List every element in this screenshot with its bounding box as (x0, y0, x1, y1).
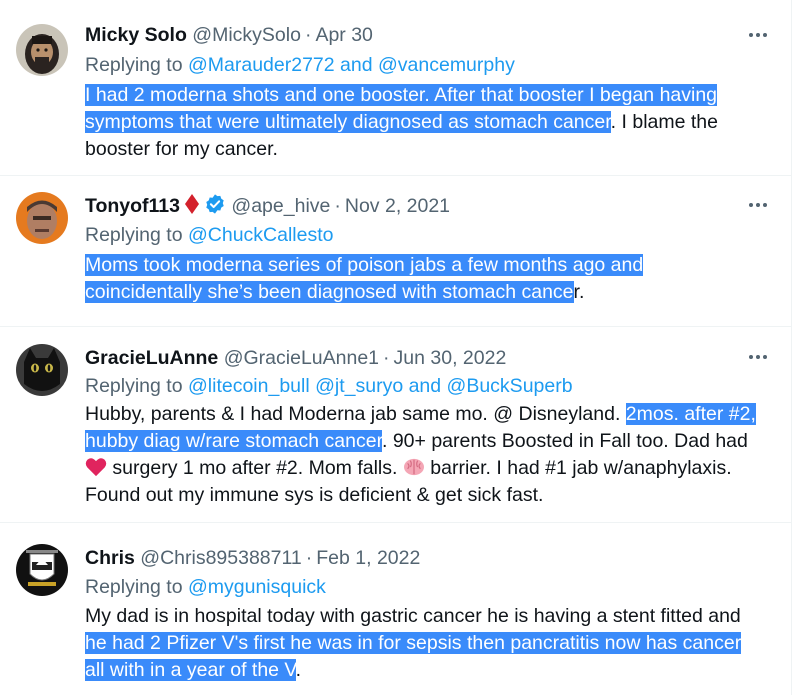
verified-badge-icon[interactable] (204, 193, 226, 215)
avatar[interactable] (16, 24, 68, 76)
more-options-icon[interactable] (743, 346, 773, 368)
reply-mentions-link[interactable]: @mygunisquick (188, 576, 326, 598)
brain-emoji (403, 458, 424, 476)
tweet-date[interactable]: Feb 1, 2022 (316, 547, 420, 569)
tweet-card[interactable]: Chris @Chris895388711 · Feb 1, 2022 Replyi… (0, 523, 792, 695)
avatar-image (16, 192, 68, 244)
separator-dot: · (305, 547, 313, 569)
replying-to: Replying to @Marauder2772 and @vancemurp… (85, 52, 515, 78)
tweet-text-rest: . (295, 659, 302, 681)
avatar-image (16, 24, 68, 76)
tweet-date[interactable]: Jun 30, 2022 (394, 347, 507, 369)
reply-mentions-link[interactable]: @Marauder2772 and @vancemurphy (188, 54, 515, 76)
avatar-image (16, 344, 68, 396)
tweet-header: Tonyof113 @ape_hive · Nov 2, 2021 (85, 193, 450, 219)
replying-to-label: Replying to (85, 576, 183, 598)
tweet-text-mid: . 90+ parents Boosted in Fall too. Dad h… (382, 430, 748, 452)
tweet-text: Moms took moderna series of poison jabs … (85, 252, 685, 306)
author-name[interactable]: Tonyof113 (85, 195, 180, 217)
tweet-text: I had 2 moderna shots and one booster. A… (85, 82, 765, 163)
red-diamond-icon (185, 194, 199, 214)
more-options-icon[interactable] (743, 24, 773, 46)
tweet-text: My dad is in hospital today with gastric… (85, 603, 755, 684)
author-name[interactable]: GracieLuAnne (85, 347, 218, 369)
author-handle[interactable]: @ape_hive (231, 195, 330, 217)
tweet-header: Micky Solo @MickySolo · Apr 30 (85, 22, 373, 48)
author-name[interactable]: Chris (85, 547, 135, 569)
avatar[interactable] (16, 192, 68, 244)
reply-mentions-link[interactable]: @ChuckCallesto (188, 224, 334, 246)
tweet-text-mid2: surgery 1 mo after #2. Mom falls. (107, 457, 403, 479)
replying-to-label: Replying to (85, 54, 183, 76)
tweet-header: GracieLuAnne @GracieLuAnne1 · Jun 30, 2022 (85, 345, 506, 371)
tweet-text-start: My dad is in hospital today with gastric… (85, 605, 741, 627)
replying-to-label: Replying to (85, 224, 183, 246)
author-name[interactable]: Micky Solo (85, 24, 187, 46)
reply-mentions-link[interactable]: @litecoin_bull @jt_suryo and @BuckSuperb (188, 375, 573, 397)
red-heart-emoji (85, 458, 107, 477)
separator-dot: · (334, 195, 341, 217)
author-handle[interactable]: @MickySolo (192, 24, 301, 46)
tweet-date[interactable]: Apr 30 (315, 24, 372, 46)
separator-dot: · (383, 347, 390, 369)
tweet-header: Chris @Chris895388711 · Feb 1, 2022 (85, 545, 420, 571)
tweet-card[interactable]: Tonyof113 @ape_hive · Nov 2, 2021 Replying… (0, 176, 792, 327)
author-handle[interactable]: @GracieLuAnne1 (224, 347, 379, 369)
avatar[interactable] (16, 544, 68, 596)
replying-to: Replying to @litecoin_bull @jt_suryo and… (85, 373, 573, 399)
tweet-feed: Micky Solo @MickySolo · Apr 30 Replying to… (0, 0, 794, 695)
avatar-image (16, 544, 68, 596)
tweet-text: Hubby, parents & I had Moderna jab same … (85, 401, 775, 509)
author-handle[interactable]: @Chris895388711 (140, 547, 301, 569)
tweet-text-start: Hubby, parents & I had Moderna jab same … (85, 403, 626, 425)
tweet-date[interactable]: Nov 2, 2021 (345, 195, 450, 217)
tweet-text-rest: r. (573, 281, 585, 303)
highlighted-text: he had 2 Pfizer V's first he was in for … (85, 632, 742, 681)
separator-dot: · (304, 24, 312, 46)
more-options-icon[interactable] (743, 194, 773, 216)
tweet-card[interactable]: GracieLuAnne @GracieLuAnne1 · Jun 30, 2022… (0, 327, 792, 523)
replying-to: Replying to @mygunisquick (85, 574, 326, 600)
highlighted-text: Moms took moderna series of poison jabs … (85, 254, 644, 303)
replying-to-label: Replying to (85, 375, 183, 397)
avatar[interactable] (16, 344, 68, 396)
replying-to: Replying to @ChuckCallesto (85, 222, 334, 248)
tweet-card[interactable]: Micky Solo @MickySolo · Apr 30 Replying to… (0, 0, 792, 176)
